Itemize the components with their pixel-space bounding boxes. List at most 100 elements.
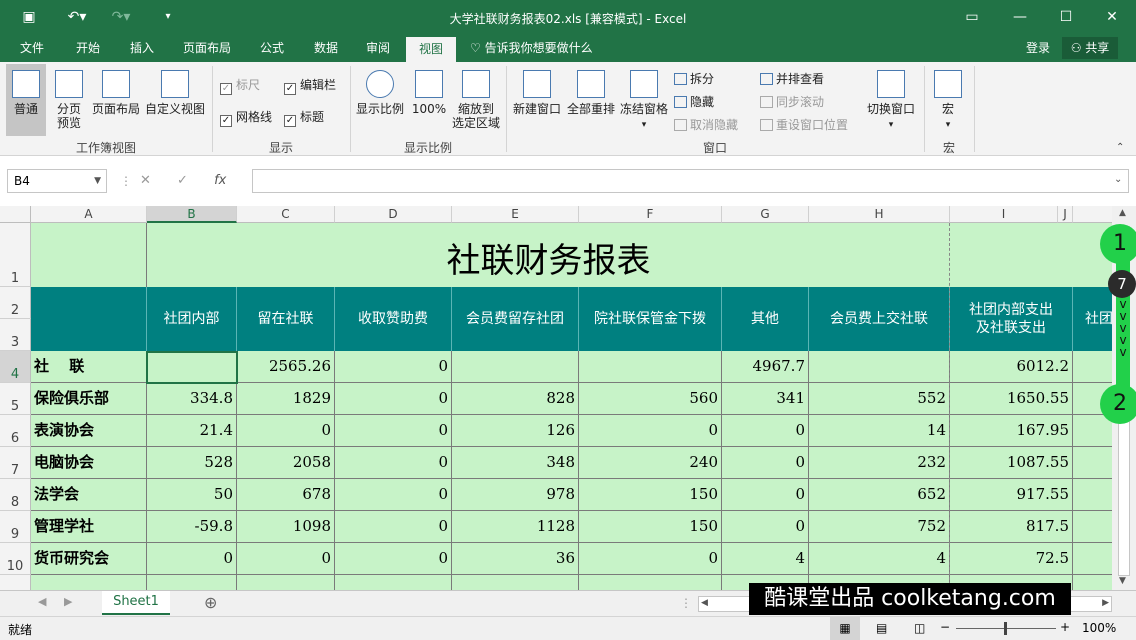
row-header-2[interactable]: 2 [0,287,31,319]
page-layout-view-button[interactable]: 页面布局 [90,70,142,116]
close-icon[interactable]: ✕ [1100,6,1124,28]
data-cell[interactable] [1073,511,1112,543]
row-label-cell[interactable]: 保险俱乐部 [31,383,147,415]
header-cell[interactable]: 收取赞助费 [335,287,452,351]
data-cell[interactable]: 2058 [237,447,335,479]
minimize-icon[interactable]: — [1008,6,1032,28]
data-cell[interactable]: 978 [452,479,579,511]
prev-sheet-icon[interactable]: ◀ [38,595,46,608]
data-cell[interactable] [147,575,237,590]
zoom-100-button[interactable]: 100% [410,70,448,116]
tab-file[interactable]: 文件 [8,34,56,62]
data-cell[interactable] [1073,447,1112,479]
data-cell[interactable]: 0 [722,479,809,511]
data-cell[interactable]: 72.5 [950,543,1073,575]
data-cell[interactable]: 652 [809,479,950,511]
tab-formulas[interactable]: 公式 [248,34,296,62]
tab-data[interactable]: 数据 [302,34,350,62]
data-cell[interactable] [1073,351,1112,383]
data-cell[interactable]: -59.8 [147,511,237,543]
login-link[interactable]: 登录 [1026,34,1050,62]
data-cell[interactable]: 232 [809,447,950,479]
next-sheet-icon[interactable]: ▶ [64,595,72,608]
row-header-9[interactable]: 9 [0,511,31,543]
sheet-title[interactable]: 社联财务报表 [147,223,950,287]
data-cell[interactable]: 4 [722,543,809,575]
reset-window-position-button[interactable]: 重设窗口位置 [760,116,848,133]
data-cell[interactable]: 0 [335,511,452,543]
split-button[interactable]: 拆分 [674,70,714,87]
zoom-out-icon[interactable]: − [940,620,950,634]
data-cell[interactable]: 2565.26 [237,351,335,383]
header-cell[interactable]: 院社联保管金下拨 [579,287,722,351]
row-label-cell[interactable]: 货币研究会 [31,543,147,575]
data-cell[interactable]: 817.5 [950,511,1073,543]
insert-function-icon[interactable]: fx [214,173,226,188]
column-header-c[interactable]: C [237,206,335,223]
data-cell[interactable]: 0 [335,447,452,479]
sync-scroll-button[interactable]: 同步滚动 [760,93,824,110]
page-layout-icon[interactable]: ▤ [876,621,887,635]
data-cell[interactable]: 4 [809,543,950,575]
gridlines-checkbox[interactable]: ✓ 网格线 [220,108,272,127]
data-cell[interactable]: 1098 [237,511,335,543]
header-cell[interactable]: 会员费留存社团 [452,287,579,351]
tab-home[interactable]: 开始 [64,34,112,62]
data-cell[interactable]: 36 [452,543,579,575]
column-header-g[interactable]: G [722,206,809,223]
header-cell[interactable]: 社团 [1073,287,1112,351]
expand-formula-icon[interactable]: ⌄ [1114,174,1122,185]
header-cell[interactable] [31,287,147,351]
scroll-up-icon[interactable]: ▲ [1119,208,1126,218]
zoom-to-selection-button[interactable]: 缩放到 选定区域 [450,70,502,130]
share-button[interactable]: ⚇ 共享 [1062,37,1118,59]
data-cell[interactable]: 1829 [237,383,335,415]
macros-button[interactable]: 宏 ▾ [930,70,966,132]
switch-windows-button[interactable]: 切换窗口 ▾ [864,70,918,132]
data-cell[interactable]: 752 [809,511,950,543]
data-cell[interactable]: 678 [237,479,335,511]
row-label-cell[interactable]: 法学会 [31,479,147,511]
data-cell[interactable]: 126 [452,415,579,447]
data-cell[interactable]: 1650.55 [950,383,1073,415]
row-header-4[interactable]: 4 [0,351,31,383]
data-cell[interactable]: 0 [579,415,722,447]
column-header-k[interactable] [1073,206,1112,223]
row-header-1[interactable]: 1 [0,223,31,287]
row-label-cell[interactable]: 表演协会 [31,415,147,447]
data-cell[interactable]: 21.4 [147,415,237,447]
tell-me-search[interactable]: ♡ 告诉我你想要做什么 [470,34,593,62]
worksheet-grid[interactable]: A B C D E F G H I J 1 2 3 4 5 6 7 8 9 10… [0,206,1112,590]
hscroll-split-icon[interactable]: ⋮ [680,596,692,610]
cancel-icon[interactable]: ✕ [140,173,151,188]
data-cell[interactable]: 0 [722,415,809,447]
column-header-e[interactable]: E [452,206,579,223]
row-header-11[interactable] [0,575,31,590]
row-header-3[interactable]: 3 [0,319,31,351]
header-cell[interactable]: 会员费上交社联 [809,287,950,351]
data-cell[interactable]: 1087.55 [950,447,1073,479]
name-box[interactable]: B4 ▼ [7,169,107,193]
freeze-panes-button[interactable]: 冻结窗格 ▾ [618,70,670,132]
column-header-f[interactable]: F [579,206,722,223]
hide-button[interactable]: 隐藏 [674,93,714,110]
custom-views-button[interactable]: 自定义视图 [144,70,206,116]
column-header-d[interactable]: D [335,206,452,223]
tab-review[interactable]: 审阅 [354,34,402,62]
data-cell[interactable]: 917.55 [950,479,1073,511]
add-sheet-icon[interactable]: ⊕ [204,593,217,612]
data-cell[interactable]: 14 [809,415,950,447]
column-header-i[interactable]: I [950,206,1058,223]
data-cell[interactable] [1073,415,1112,447]
data-cell[interactable]: 0 [722,447,809,479]
unhide-button[interactable]: 取消隐藏 [674,116,738,133]
tab-page-layout[interactable]: 页面布局 [174,34,240,62]
view-side-by-side-button[interactable]: 并排查看 [760,70,824,87]
data-cell[interactable]: 0 [335,479,452,511]
tab-insert[interactable]: 插入 [118,34,166,62]
data-cell[interactable] [1073,543,1112,575]
column-header-j[interactable]: J [1058,206,1073,223]
headings-checkbox[interactable]: ✓ 标题 [284,108,324,127]
data-cell[interactable] [335,575,452,590]
new-window-button[interactable]: 新建窗口 [510,70,564,116]
